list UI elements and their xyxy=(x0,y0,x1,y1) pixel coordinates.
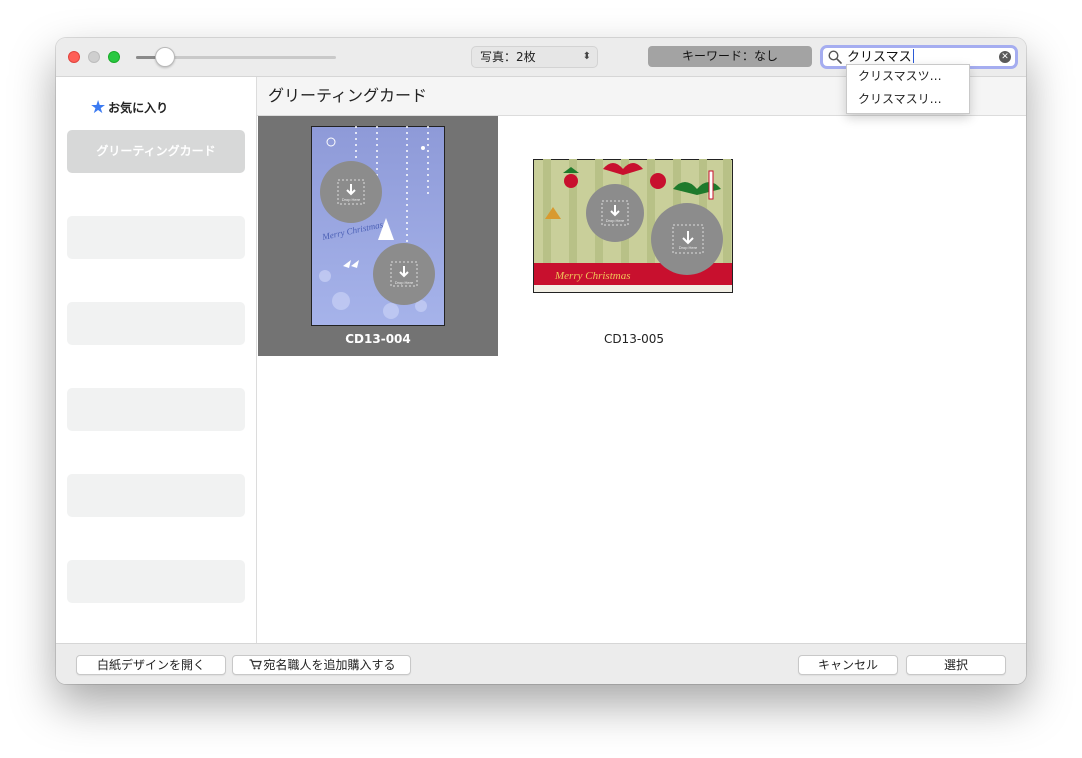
star-icon: ★ xyxy=(90,97,107,118)
card-caption: CD13-004 xyxy=(345,332,411,346)
purchase-addon-button[interactable]: 宛名職人を追加購入する xyxy=(232,655,411,675)
card-thumbnail-cd13-004: Drop Here Drop Here Merry Christmas xyxy=(311,126,445,326)
search-suggestions-popup: クリスマスツ… クリスマスリ… xyxy=(846,64,970,114)
template-grid-area: グリーティングカード Drop Here Drop Here Merry Chr… xyxy=(257,77,1026,643)
close-window-button[interactable] xyxy=(68,51,80,63)
clear-search-icon[interactable]: ✕ xyxy=(999,51,1011,63)
cancel-button[interactable]: キャンセル xyxy=(798,655,898,675)
sidebar-item-favorites[interactable]: ★ お気に入り xyxy=(90,97,168,118)
open-blank-design-button[interactable]: 白紙デザインを開く xyxy=(76,655,226,675)
card-caption: CD13-005 xyxy=(603,332,665,346)
minimize-window-button[interactable] xyxy=(88,51,100,63)
sidebar-item-placeholder[interactable] xyxy=(67,560,245,603)
favorites-label: お気に入り xyxy=(108,101,169,115)
suggestion-item[interactable]: クリスマスリ… xyxy=(858,90,942,107)
drop-here-label: Drop Here xyxy=(679,245,698,250)
zoom-window-button[interactable] xyxy=(108,51,120,63)
purchase-addon-label: 宛名職人を追加購入する xyxy=(263,658,396,672)
suggestion-item[interactable]: クリスマスツ… xyxy=(858,67,942,84)
sidebar-item-placeholder[interactable] xyxy=(67,216,245,259)
sidebar-item-placeholder[interactable] xyxy=(67,474,245,517)
card-overlay-text: Merry Christmas xyxy=(554,270,630,282)
card-thumbnail-cd13-005: Drop Here Drop Here Merry Christmas xyxy=(533,159,733,293)
sidebar-item-greeting-card[interactable]: グリーティングカード xyxy=(67,130,245,173)
sidebar-item-placeholder[interactable] xyxy=(67,302,245,345)
drop-here-label: Drop Here xyxy=(606,218,625,223)
photo-count-select[interactable]: 写真：2枚 ⬍ xyxy=(471,46,598,68)
select-button[interactable]: 選択 xyxy=(906,655,1006,675)
category-sidebar: ★ お気に入り グリーティングカード xyxy=(56,77,257,643)
drop-here-label: Drop Here xyxy=(342,197,361,202)
sidebar-item-placeholder[interactable] xyxy=(67,388,245,431)
search-icon xyxy=(828,50,842,64)
template-card-cd13-005[interactable]: Drop Here Drop Here Merry Christmas CD13… xyxy=(514,116,754,356)
drop-here-label: Drop Here xyxy=(395,280,414,285)
keyword-badge[interactable]: キーワード：なし xyxy=(648,46,812,67)
updown-chevron-icon: ⬍ xyxy=(582,51,591,62)
template-picker-window: 写真：2枚 ⬍ キーワード：なし クリスマス ✕ ★ お気に入り グリーティング… xyxy=(56,38,1026,684)
slider-thumb[interactable] xyxy=(155,47,175,67)
photo-count-label: 写真：2枚 xyxy=(480,50,536,64)
footer-bar: 白紙デザインを開く 宛名職人を追加購入する キャンセル 選択 xyxy=(56,643,1026,684)
cart-icon xyxy=(247,656,263,674)
template-card-cd13-004[interactable]: Drop Here Drop Here Merry Christmas CD13… xyxy=(258,116,498,356)
